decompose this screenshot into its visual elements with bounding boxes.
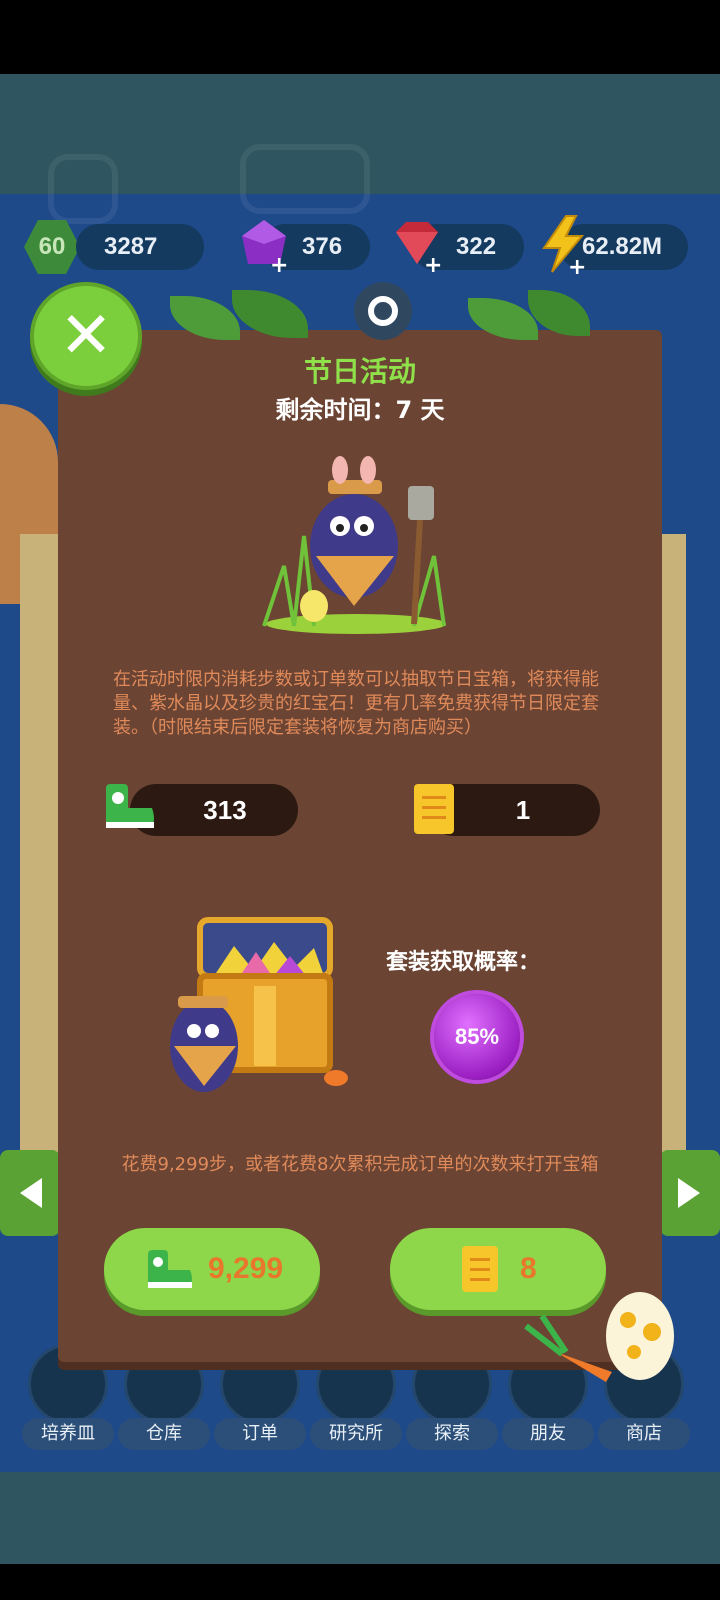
nav-label: 朋友 <box>502 1418 594 1450</box>
order-scroll-icon <box>414 784 454 834</box>
set-probability-badge: 85% <box>434 994 520 1080</box>
treasure-chest-illustration <box>170 917 348 1092</box>
sneaker-icon <box>148 1250 192 1288</box>
amethyst-value: 376 <box>302 233 343 260</box>
nav-label: 研究所 <box>310 1418 402 1450</box>
amethyst-icon: + <box>242 220 288 274</box>
nav-label: 商店 <box>598 1418 690 1450</box>
system-navigation-bar <box>0 1564 720 1600</box>
egg-carrot-decoration <box>524 1292 674 1382</box>
ring-decoration <box>354 282 412 340</box>
arrow-left-icon <box>20 1178 42 1208</box>
steps-cost-value: 9,299 <box>208 1252 284 1285</box>
next-arrow-button[interactable] <box>660 1150 720 1236</box>
steps-counter: 3287 <box>76 224 204 270</box>
cost-description: 花费9,299步，或者花费8次累积完成订单的次数来打开宝箱 <box>121 1154 599 1175</box>
steps-owned-value: 313 <box>203 795 247 825</box>
ruby-value: 322 <box>456 233 497 260</box>
svg-text:+: + <box>568 255 586 276</box>
sneaker-icon <box>106 784 154 828</box>
nav-label: 培养皿 <box>22 1418 114 1450</box>
svg-text:+: + <box>270 253 288 274</box>
holiday-character-illustration <box>262 456 446 634</box>
probability-value: 85% <box>454 1024 500 1049</box>
nav-label: 探索 <box>406 1418 498 1450</box>
status-bar <box>0 0 720 74</box>
previous-arrow-button[interactable] <box>0 1150 60 1236</box>
bottom-strip <box>0 1472 720 1564</box>
steps-value: 3287 <box>104 233 158 260</box>
nav-label: 订单 <box>214 1418 306 1450</box>
arrow-right-icon <box>678 1178 700 1208</box>
nav-label: 仓库 <box>118 1418 210 1450</box>
energy-value: 62.82M <box>582 233 663 260</box>
time-remaining: 剩余时间：7 天 <box>275 396 445 424</box>
orders-owned-value: 1 <box>515 795 531 825</box>
svg-text:+: + <box>424 253 442 274</box>
open-with-steps-button[interactable]: 9,299 <box>104 1228 320 1310</box>
background-panel <box>20 534 58 1214</box>
lightning-icon: + <box>542 215 586 276</box>
set-probability-label: 套装获取概率： <box>386 950 541 975</box>
event-description: 在活动时限内消耗步数或订单数可以抽取节日宝箱，将获得能量、紫水晶以及珍贵的红宝石… <box>113 669 599 738</box>
background-decoration <box>48 154 118 224</box>
order-scroll-icon <box>462 1246 498 1292</box>
dialog-title: 节日活动 <box>303 355 416 388</box>
background-panel <box>662 534 686 1214</box>
background-decoration <box>240 144 370 214</box>
ruby-icon: + <box>396 222 442 274</box>
